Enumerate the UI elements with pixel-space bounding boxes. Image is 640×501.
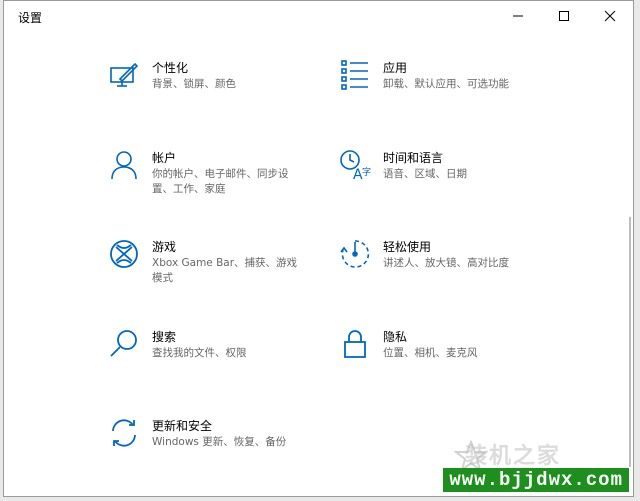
personalization-icon xyxy=(110,62,139,87)
item-description: 位置、相机、麦克风 xyxy=(383,347,478,359)
close-icon xyxy=(604,10,616,22)
item-description: 你的帐户、电子邮件、同步设置、工作、家庭 xyxy=(152,168,289,195)
maximize-icon xyxy=(559,11,569,21)
title-bar[interactable]: 设置 xyxy=(4,1,633,31)
update-security-icon xyxy=(112,419,136,447)
time-language-icon: A 字 xyxy=(340,150,371,181)
maximize-button[interactable] xyxy=(541,1,587,31)
item-description: Xbox Game Bar、捕获、游戏模式 xyxy=(152,257,298,284)
privacy-lock-icon xyxy=(344,330,366,358)
item-title: 个性化 xyxy=(152,61,189,75)
item-title: 轻松使用 xyxy=(383,240,432,254)
item-title: 游戏 xyxy=(152,240,177,254)
item-title: 时间和语言 xyxy=(383,151,444,165)
item-title: 隐私 xyxy=(383,330,408,344)
item-title: 应用 xyxy=(383,61,408,75)
svg-text:字: 字 xyxy=(362,166,371,178)
item-description: 查找我的文件、权限 xyxy=(152,347,247,359)
ease-of-access-icon xyxy=(340,240,370,268)
apps-icon xyxy=(341,60,368,90)
item-title: 帐户 xyxy=(152,151,177,165)
gaming-icon xyxy=(110,240,138,268)
item-title: 搜索 xyxy=(152,330,177,344)
item-description: Windows 更新、恢复、备份 xyxy=(152,436,287,448)
search-icon xyxy=(110,330,137,357)
close-button[interactable] xyxy=(587,1,633,31)
settings-window: 设置 个性化 背景、锁屏、颜色 应用 卸载、默认应用、可选功能 帐户 你的帐户、… xyxy=(3,0,634,497)
item-description: 语音、区域、日期 xyxy=(383,168,467,180)
item-description: 讲述人、放大镜、高对比度 xyxy=(383,257,509,269)
minimize-icon xyxy=(513,15,523,17)
item-description: 卸载、默认应用、可选功能 xyxy=(383,78,509,90)
item-description: 背景、锁屏、颜色 xyxy=(152,78,236,90)
watermark-url: www.bjjdwx.com xyxy=(443,468,629,492)
window-title: 设置 xyxy=(18,11,43,25)
scrollbar[interactable] xyxy=(629,217,631,467)
minimize-button[interactable] xyxy=(495,1,541,31)
accounts-icon xyxy=(111,151,137,180)
item-title: 更新和安全 xyxy=(152,419,213,433)
watermark-logo-text: 装机之家 xyxy=(464,444,561,469)
